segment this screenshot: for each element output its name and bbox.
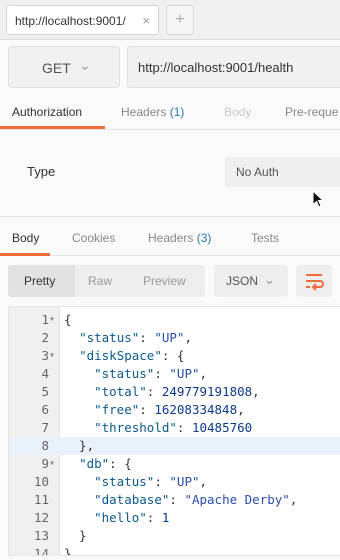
code-text: { [64, 312, 72, 327]
new-tab-button[interactable]: + [166, 5, 194, 35]
code-line: 9 ▾ "db": { [9, 455, 340, 473]
code-line: 13 } [9, 527, 340, 545]
code-text: } [64, 546, 72, 556]
line-number: 4 [41, 366, 49, 381]
tab-response-headers-count: (3) [196, 231, 212, 245]
format-select[interactable]: JSON ⌄ [214, 265, 288, 297]
line-number: 10 [33, 474, 49, 489]
fold-toggle-icon[interactable]: ▾ [49, 311, 55, 329]
tab-headers-count: (1) [169, 105, 185, 119]
code-text: "status": "UP", [94, 474, 208, 489]
code-text: } [64, 528, 87, 543]
active-response-tab-indicator [0, 253, 50, 256]
wrap-lines-icon [306, 274, 324, 291]
raw-button[interactable]: Raw [88, 274, 112, 288]
method-select[interactable]: GET ⌄ [8, 46, 120, 88]
line-number: 1 [41, 312, 49, 327]
code-line: 10 "status": "UP", [9, 473, 340, 491]
section-divider [0, 216, 340, 217]
tab-body[interactable]: Body [224, 105, 251, 119]
code-line: 3 ▾ "diskSpace": { [9, 347, 340, 365]
chevron-down-icon: ⌄ [264, 272, 275, 287]
chevron-down-icon: ⌄ [79, 57, 91, 73]
code-line: 1 ▾ { [9, 311, 340, 329]
line-number: 5 [41, 384, 49, 399]
line-number: 12 [33, 510, 49, 525]
code-line: 8 }, [9, 437, 340, 455]
line-number: 2 [41, 330, 49, 345]
code-line: 12 "hello": 1 [9, 509, 340, 527]
code-text: "threshold": 10485760 [94, 420, 253, 435]
wrap-lines-button[interactable] [296, 265, 332, 297]
line-number: 13 [33, 528, 49, 543]
line-number: 9 [41, 456, 49, 471]
fold-toggle-icon[interactable]: ▾ [49, 347, 55, 365]
code-text: "hello": 1 [94, 510, 170, 525]
response-body-editor[interactable]: 1 ▾{2 "status": "UP", 3 ▾ "diskSpace": {4 "… [8, 306, 340, 556]
code-line: 7 "threshold": 10485760 [9, 419, 340, 437]
code-text: }, [64, 438, 95, 453]
pretty-button[interactable]: Pretty [24, 274, 55, 288]
tab-headers[interactable]: Headers (1) [121, 105, 184, 119]
code-line: 5 "total": 249779191808, [9, 383, 340, 401]
auth-type-label: Type [27, 164, 56, 179]
code-text: "status": "UP", [94, 366, 208, 381]
line-number: 8 [41, 438, 49, 453]
active-tab-indicator [0, 126, 105, 129]
code-line: 6 "free": 16208334848, [9, 401, 340, 419]
auth-type-select[interactable]: No Auth [225, 157, 340, 187]
request-tab-title: http://localhost:9001/ [15, 14, 126, 28]
url-input[interactable]: http://localhost:9001/health [127, 46, 340, 88]
line-number: 11 [33, 492, 49, 507]
close-icon[interactable]: × [142, 13, 150, 28]
request-tab[interactable]: http://localhost:9001/ × [6, 5, 159, 35]
code-line: 14} [9, 545, 340, 556]
tab-tests[interactable]: Tests [251, 231, 279, 245]
response-tabs: Body Cookies Headers (3) Tests [0, 222, 340, 256]
method-label: GET [42, 60, 71, 76]
line-number: 6 [41, 402, 49, 417]
tab-prerequest[interactable]: Pre-reque [285, 105, 338, 119]
line-number: 7 [41, 420, 49, 435]
line-number: 14 [33, 546, 49, 556]
preview-button[interactable]: Preview [143, 274, 186, 288]
code-line: 4 "status": "UP", [9, 365, 340, 383]
code-line: 2 "status": "UP", [9, 329, 340, 347]
fold-toggle-icon[interactable]: ▾ [49, 455, 55, 473]
tab-cookies[interactable]: Cookies [72, 231, 115, 245]
view-mode-segmented: Pretty Raw Preview [8, 265, 205, 297]
code-text: "total": 249779191808, [94, 384, 260, 399]
tab-response-headers-label: Headers [148, 231, 194, 245]
tab-strip: http://localhost:9001/ × + [0, 0, 340, 40]
code-text: "status": "UP", [79, 330, 192, 345]
code-text: "free": 16208334848, [94, 402, 245, 417]
format-label: JSON [226, 274, 259, 288]
tab-headers-label: Headers [121, 105, 167, 119]
tab-response-body[interactable]: Body [12, 231, 39, 245]
code-line: 11 "database": "Apache Derby", [9, 491, 340, 509]
line-number: 3 [41, 348, 49, 363]
code-text: "db": { [79, 456, 132, 471]
mouse-cursor-icon [312, 190, 325, 208]
tab-response-headers[interactable]: Headers (3) [148, 231, 211, 245]
code-text: "database": "Apache Derby", [94, 492, 298, 507]
tab-authorization[interactable]: Authorization [12, 105, 82, 119]
request-tabs: Authorization Headers (1) Body Pre-reque [0, 96, 340, 130]
code-text: "diskSpace": { [79, 348, 185, 363]
